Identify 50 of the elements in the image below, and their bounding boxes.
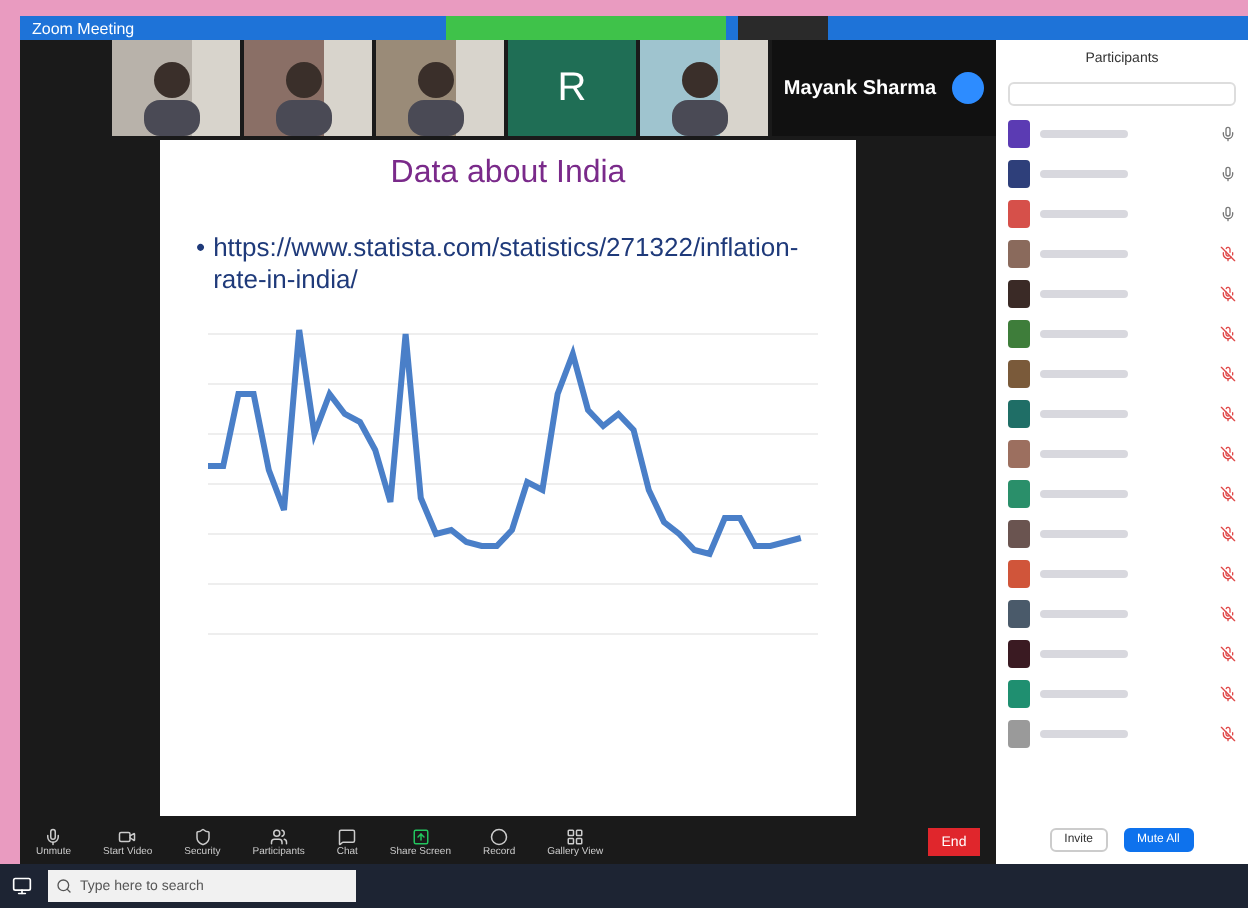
chat-icon [338,827,357,845]
blurred-name [1040,730,1128,738]
grid-icon [566,827,585,845]
mic-icon[interactable] [1220,406,1236,422]
search-field[interactable] [1008,82,1236,106]
mic-icon[interactable] [1220,286,1236,302]
mic-icon[interactable] [1220,366,1236,382]
mic-icon[interactable] [1220,726,1236,742]
search-icon [56,878,72,894]
blurred-name [1040,370,1128,378]
blurred-name [1040,330,1128,338]
participant-initial: R [557,65,587,111]
microphone-icon [44,827,63,845]
window-title: Zoom Meeting [32,19,135,37]
blurred-name [1040,130,1128,138]
share-screen-icon [411,827,430,845]
mic-icon[interactable] [1220,566,1236,582]
blurred-name [1040,650,1128,658]
avatar-icon [952,72,985,104]
mic-icon[interactable] [1220,646,1236,662]
speaker-name: Mayank Sharma [783,77,937,99]
blurred-name [1040,690,1128,698]
blurred-name [1040,250,1128,258]
blurred-name [1040,490,1128,498]
mic-icon[interactable] [1220,446,1236,462]
mic-icon[interactable] [1220,526,1236,542]
blurred-name [1040,290,1128,298]
mic-icon[interactable] [1220,166,1236,182]
record-icon [490,827,509,845]
video-camera-icon [118,827,137,845]
blurred-name [1040,450,1128,458]
mic-icon[interactable] [1220,246,1236,262]
mic-icon[interactable] [1220,326,1236,342]
mic-icon[interactable] [1220,126,1236,142]
people-icon [269,827,288,845]
blurred-name [1040,410,1128,418]
slide-link-text: https://www.statista.com/statistics/271322/inflation-rate-in-india/ [213,232,801,295]
blurred-name [1040,170,1128,178]
mic-icon[interactable] [1220,206,1236,222]
mic-icon[interactable] [1220,606,1236,622]
mic-icon[interactable] [1220,486,1236,502]
bullet-mark: • [196,232,206,264]
blurred-name [1040,530,1128,538]
blurred-name [1040,610,1128,618]
slide-title: Data about India [390,156,626,192]
blurred-name [1040,210,1128,218]
blurred-name [1040,570,1128,578]
mic-icon[interactable] [1220,686,1236,702]
shield-icon [193,827,212,845]
monitor-icon[interactable] [12,876,32,896]
